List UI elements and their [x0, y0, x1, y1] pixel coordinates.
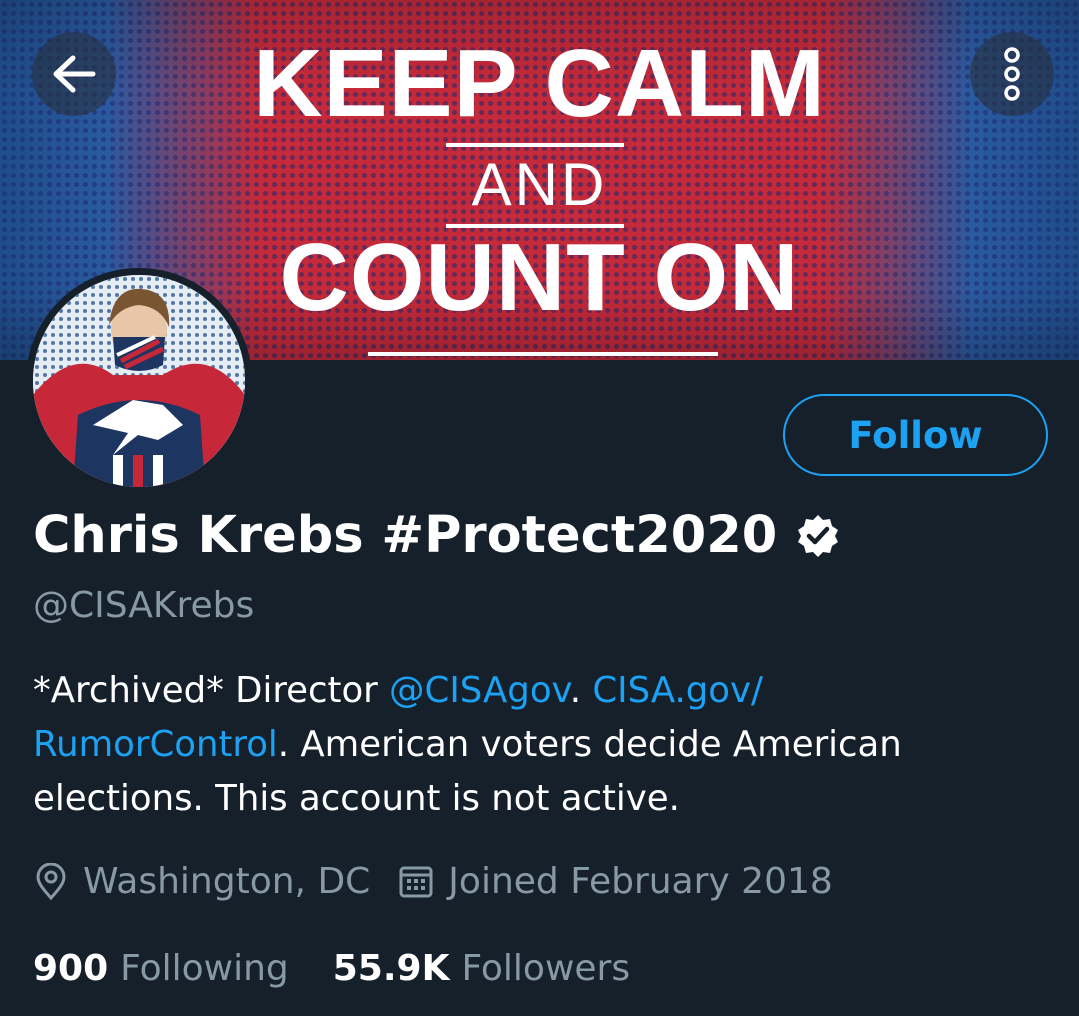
verified-badge-icon: [795, 513, 841, 559]
avatar[interactable]: [26, 268, 252, 494]
followers-label: Followers: [461, 948, 631, 989]
banner-divider: [446, 143, 624, 147]
follow-stats: 900 Following 55.9K Followers: [33, 944, 630, 994]
avatar-image: [33, 275, 245, 487]
follow-button[interactable]: Follow: [783, 394, 1048, 476]
followers-stat[interactable]: 55.9K Followers: [333, 944, 630, 994]
following-label: Following: [120, 948, 289, 989]
banner-line-1: KEEP CALM: [253, 30, 826, 137]
more-options-button[interactable]: [970, 32, 1054, 116]
location: Washington, DC: [33, 857, 370, 907]
location-text: Washington, DC: [83, 861, 371, 902]
back-button[interactable]: [32, 32, 116, 116]
profile-meta: Washington, DC Joined February 2018: [33, 857, 833, 907]
arrow-left-icon: [53, 55, 96, 93]
following-stat[interactable]: 900 Following: [33, 944, 289, 994]
profile-bio: *Archived* Director @CISAgov. CISA.gov/R…: [33, 664, 1043, 826]
bio-text: *Archived* Director: [33, 670, 390, 711]
following-count: 900: [33, 948, 109, 989]
more-vertical-icon: [1004, 47, 1020, 101]
join-date: Joined February 2018: [398, 857, 833, 907]
display-name-row: Chris Krebs #Protect2020: [33, 505, 841, 567]
bio-text: .: [569, 670, 593, 711]
location-pin-icon: [36, 863, 66, 901]
calendar-icon: [399, 866, 433, 898]
display-name: Chris Krebs #Protect2020: [33, 506, 778, 565]
avatar-illustration: [33, 275, 245, 487]
banner-line-2: AND: [471, 151, 608, 218]
followers-count: 55.9K: [332, 948, 450, 989]
bio-mention-link[interactable]: @CISAgov: [389, 670, 570, 711]
join-date-text: Joined February 2018: [448, 861, 833, 902]
banner-divider: [368, 352, 718, 356]
user-handle: @CISAKrebs: [33, 585, 255, 626]
